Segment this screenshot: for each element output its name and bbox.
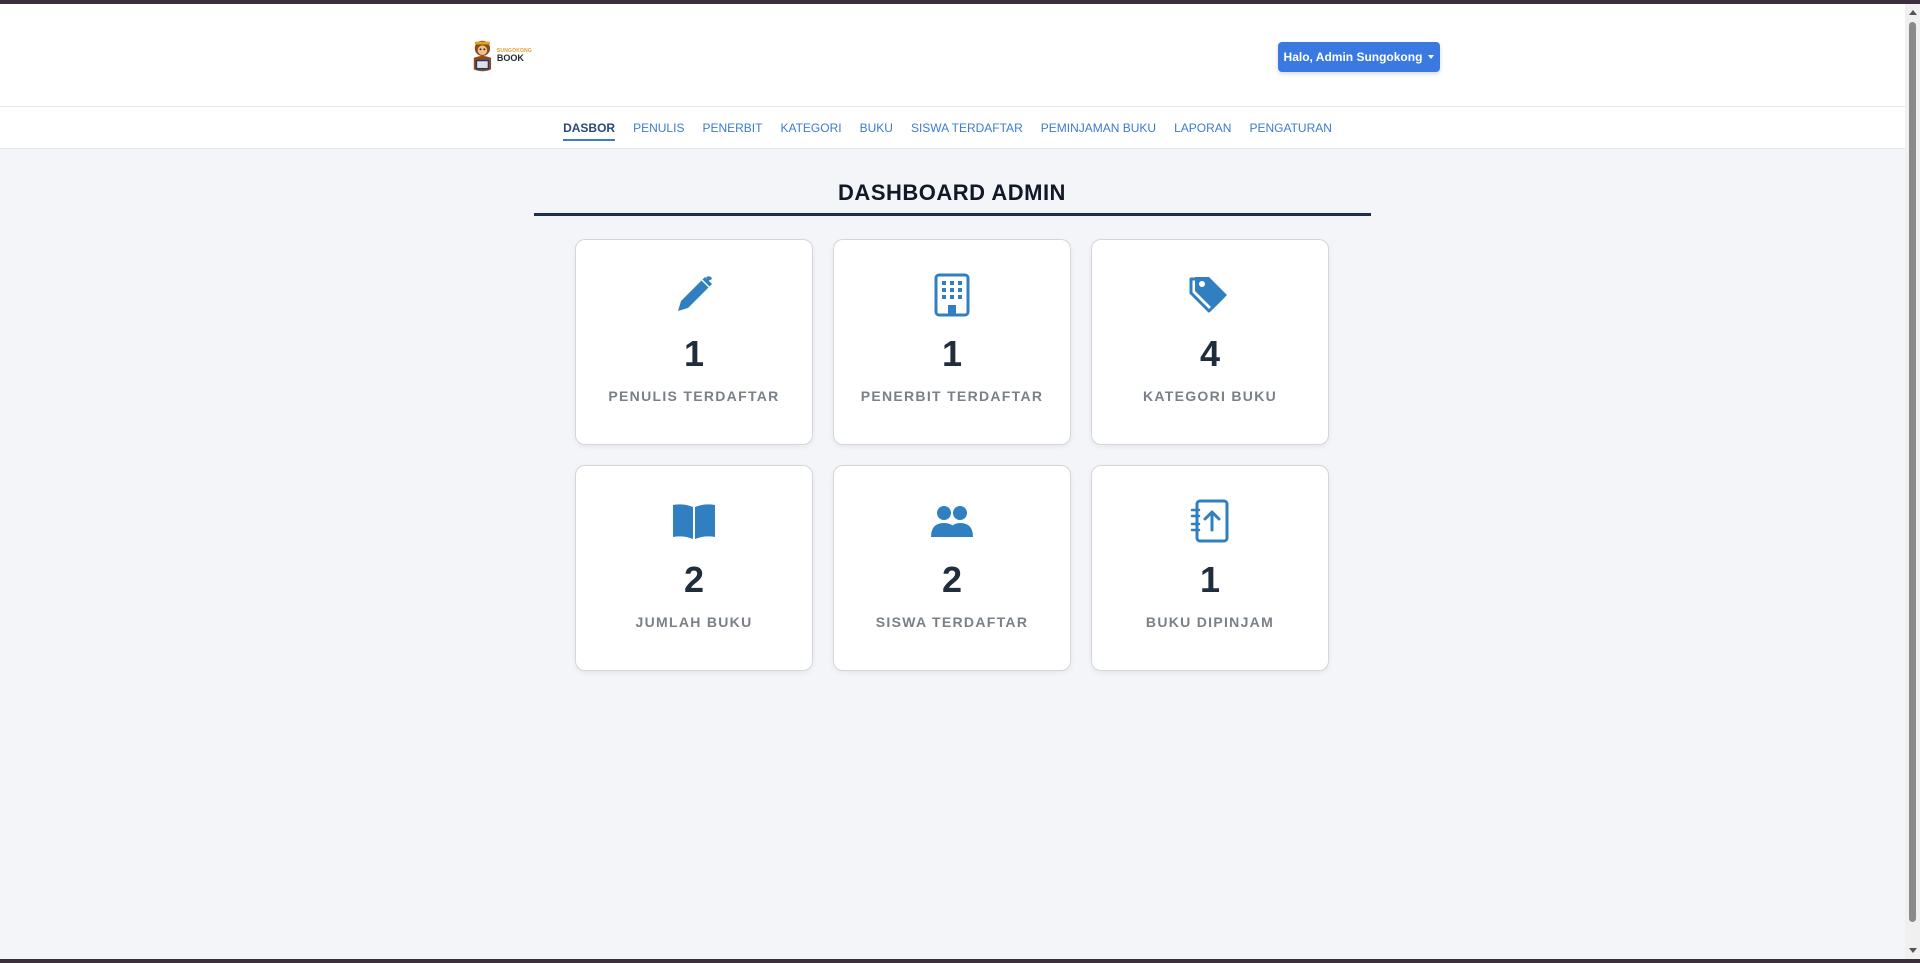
top-header: SUNGOKONG BOOK Halo, Admin Sungokong [0, 4, 1905, 107]
main-navigation: DASBOR PENULIS PENERBIT KATEGORI BUKU SI… [0, 107, 1905, 149]
stat-value: 1 [683, 333, 705, 374]
scroll-up-icon[interactable] [1909, 10, 1917, 15]
scroll-thumb[interactable] [1909, 22, 1916, 922]
stat-value: 4 [1199, 333, 1221, 374]
stat-value: 1 [1199, 559, 1221, 600]
stat-value: 2 [683, 559, 705, 600]
pen-icon [671, 272, 717, 318]
stat-value: 2 [941, 559, 963, 600]
stat-label: PENULIS TERDAFTAR [608, 388, 780, 404]
caret-down-icon [1428, 55, 1435, 59]
nav-item-siswa-terdaftar[interactable]: SISWA TERDAFTAR [911, 115, 1023, 141]
page-title: DASHBOARD ADMIN [838, 180, 1066, 205]
vertical-scrollbar[interactable] [1905, 4, 1920, 959]
nav-item-dasbor[interactable]: DASBOR [563, 115, 616, 141]
stat-label: KATEGORI BUKU [1142, 388, 1278, 404]
stat-value: 1 [941, 333, 963, 374]
logo-big-text: BOOK [496, 53, 524, 63]
stat-label: BUKU DIPINJAM [1145, 614, 1275, 630]
stat-label: SISWA TERDAFTAR [875, 614, 1029, 630]
book-open-icon [671, 498, 717, 544]
stat-card-siswa[interactable]: 2 SISWA TERDAFTAR [833, 465, 1071, 671]
nav-item-buku[interactable]: BUKU [860, 115, 893, 141]
window-bottom-border [0, 959, 1920, 963]
nav-item-penulis[interactable]: PENULIS [633, 115, 684, 141]
user-menu-label: Halo, Admin Sungokong [1283, 50, 1423, 64]
brand-logo[interactable]: SUNGOKONG BOOK [470, 36, 532, 76]
building-icon [929, 272, 975, 318]
nav-item-pengaturan[interactable]: PENGATURAN [1249, 115, 1331, 141]
nav-item-laporan[interactable]: LAPORAN [1174, 115, 1231, 141]
stat-label: PENERBIT TERDAFTAR [860, 388, 1044, 404]
scroll-down-icon[interactable] [1909, 948, 1917, 953]
stat-card-kategori[interactable]: 4 KATEGORI BUKU [1091, 239, 1329, 445]
title-divider [534, 213, 1371, 216]
nav-item-penerbit[interactable]: PENERBIT [702, 115, 762, 141]
user-menu-button[interactable]: Halo, Admin Sungokong [1278, 42, 1440, 72]
nav-item-kategori[interactable]: KATEGORI [780, 115, 841, 141]
users-icon [929, 498, 975, 544]
stat-label: JUMLAH BUKU [635, 614, 753, 630]
stat-card-jumlah-buku[interactable]: 2 JUMLAH BUKU [575, 465, 813, 671]
nav-item-peminjaman-buku[interactable]: PEMINJAMAN BUKU [1041, 115, 1156, 141]
stat-card-penerbit[interactable]: 1 PENERBIT TERDAFTAR [833, 239, 1071, 445]
stat-card-buku-dipinjam[interactable]: 1 BUKU DIPINJAM [1091, 465, 1329, 671]
book-upload-icon [1187, 498, 1233, 544]
tags-icon [1187, 272, 1233, 318]
stat-card-penulis[interactable]: 1 PENULIS TERDAFTAR [575, 239, 813, 445]
monkey-mascot-icon [473, 40, 492, 72]
